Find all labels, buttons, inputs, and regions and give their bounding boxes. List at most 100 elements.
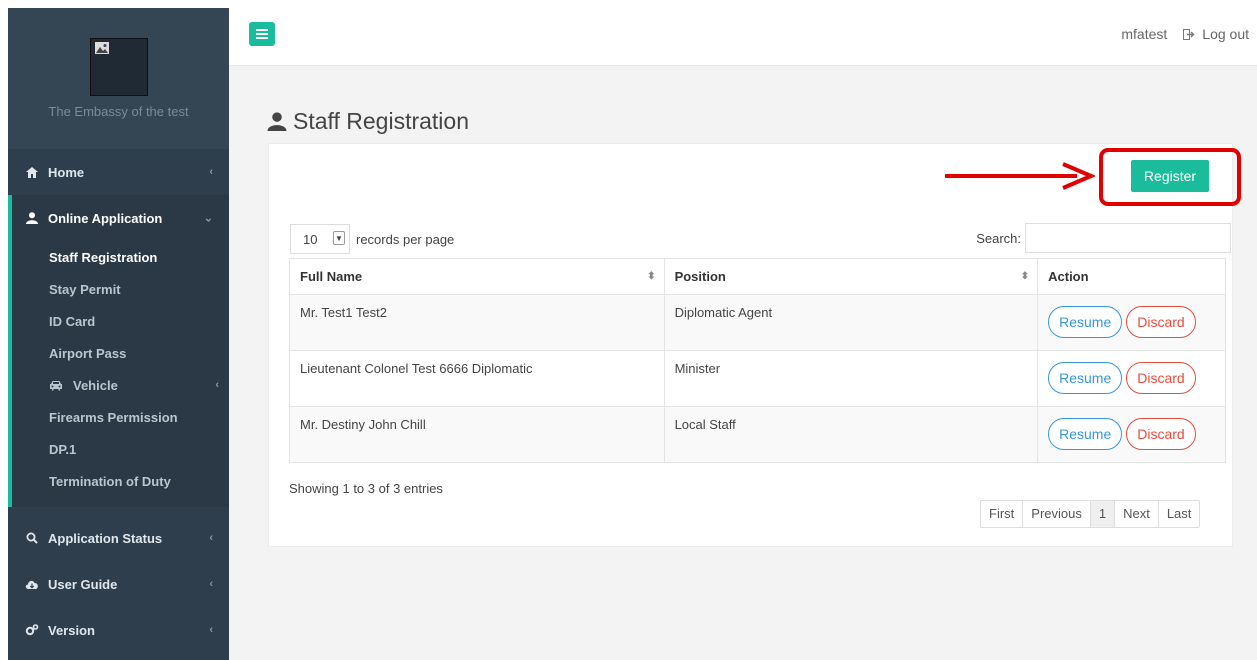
subitem-label: Airport Pass <box>49 345 127 361</box>
brand-name: The Embassy of the test <box>48 104 189 119</box>
logo <box>90 38 148 96</box>
image-placeholder-icon <box>95 42 109 54</box>
logout-label: Log out <box>1202 26 1249 42</box>
search-control: Search: <box>976 223 1231 253</box>
header-label: Full Name <box>300 269 363 284</box>
home-icon <box>24 165 40 179</box>
sidebar: The Embassy of the test Home ‹ Online Ap… <box>8 8 229 660</box>
sidebar-item-label: Version <box>48 622 95 638</box>
header-action: Action <box>1037 258 1226 295</box>
chevron-left-icon: ‹ <box>209 166 213 178</box>
sidebar-item-label: User Guide <box>48 576 118 592</box>
sidebar-item-home[interactable]: Home ‹ <box>8 149 229 195</box>
discard-button[interactable]: Discard <box>1126 306 1196 338</box>
table-header-row: Full Name ⬍ Position ⬍ Action <box>289 258 1226 295</box>
search-input[interactable] <box>1025 223 1231 253</box>
sort-icon: ⬍ <box>647 271 656 282</box>
register-button[interactable]: Register <box>1131 160 1209 192</box>
page-title: Staff Registration <box>267 108 469 135</box>
discard-button[interactable]: Discard <box>1126 362 1196 394</box>
cloud-icon <box>24 577 40 591</box>
cell-action: Resume Discard <box>1037 294 1226 351</box>
sidebar-menu: Home ‹ Online Application ⌄ Staff Regist… <box>8 149 229 653</box>
sidebar-item-online-application[interactable]: Online Application ⌄ <box>8 195 229 241</box>
pagination: First Previous 1 Next Last <box>980 500 1201 528</box>
page-length-select[interactable]: 10 ▼ <box>290 224 350 254</box>
table-info: Showing 1 to 3 of 3 entries <box>289 481 443 496</box>
page-length-value: 10 <box>303 231 318 247</box>
staff-table: Full Name ⬍ Position ⬍ Action Mr. Test1 Te… <box>289 258 1226 463</box>
resume-button[interactable]: Resume <box>1048 418 1123 450</box>
user-icon <box>24 211 40 225</box>
sort-icon: ⬍ <box>1020 271 1030 282</box>
pager-first[interactable]: First <box>981 501 1022 527</box>
sidebar-item-label: Application Status <box>48 530 163 546</box>
sidebar-subitem-firearms-permission[interactable]: Firearms Permission <box>12 401 229 433</box>
cell-full-name: Mr. Test1 Test2 <box>289 294 665 351</box>
user-area: mfatest Log out <box>1121 26 1249 42</box>
search-icon <box>24 531 40 545</box>
cell-full-name: Mr. Destiny John Chill <box>289 406 665 463</box>
menu-toggle-button[interactable] <box>249 22 275 46</box>
car-icon <box>49 380 65 391</box>
chevron-left-icon: ‹ <box>209 578 213 590</box>
sidebar-item-version[interactable]: Version ‹ <box>8 607 229 653</box>
spacer <box>8 507 229 515</box>
cell-action: Resume Discard <box>1037 406 1226 463</box>
pager-next[interactable]: Next <box>1114 501 1158 527</box>
logout-link[interactable]: Log out <box>1183 26 1249 42</box>
subitem-label: DP.1 <box>49 441 77 457</box>
cell-full-name: Lieutenant Colonel Test 6666 Diplomatic <box>289 350 665 407</box>
chevron-left-icon: ‹ <box>209 532 213 544</box>
cell-position: Minister <box>663 350 1039 407</box>
sidebar-subitem-vehicle[interactable]: Vehicle ‹ <box>12 369 229 401</box>
resume-button[interactable]: Resume <box>1048 306 1123 338</box>
sidebar-item-label: Online Application <box>48 210 163 226</box>
sidebar-item-label: Home <box>48 164 85 180</box>
sidebar-subitem-staff-registration[interactable]: Staff Registration <box>12 241 229 273</box>
table-row: Lieutenant Colonel Test 6666 Diplomatic … <box>289 350 1226 407</box>
table-row: Mr. Destiny John Chill Local Staff Resum… <box>289 406 1226 463</box>
sidebar-subitem-dp1[interactable]: DP.1 <box>12 433 229 465</box>
chevron-left-icon: ‹ <box>209 624 213 636</box>
staff-panel: Register 10 ▼ records per page Search: F… <box>268 143 1241 547</box>
main-content: Staff Registration Register 10 ▼ records… <box>229 66 1257 660</box>
header-full-name[interactable]: Full Name ⬍ <box>289 258 665 295</box>
chevron-down-icon: ▼ <box>333 231 345 245</box>
page-length-label: records per page <box>356 231 455 247</box>
pager-last[interactable]: Last <box>1157 501 1200 527</box>
user-icon <box>267 112 287 131</box>
sidebar-subitem-termination-of-duty[interactable]: Termination of Duty <box>12 465 229 497</box>
cogs-icon <box>24 623 40 637</box>
chevron-left-icon: ‹ <box>215 379 219 391</box>
page-title-text: Staff Registration <box>293 108 470 134</box>
sidebar-subitem-stay-permit[interactable]: Stay Permit <box>12 273 229 305</box>
red-arrow-annotation <box>945 162 1095 190</box>
subitem-label: Stay Permit <box>49 281 121 297</box>
sign-out-icon <box>1183 28 1195 40</box>
online-application-submenu: Staff Registration Stay Permit ID Card A… <box>8 241 229 507</box>
discard-button[interactable]: Discard <box>1126 418 1196 450</box>
sidebar-item-application-status[interactable]: Application Status ‹ <box>8 515 229 561</box>
cell-action: Resume Discard <box>1037 350 1226 407</box>
header-position[interactable]: Position ⬍ <box>663 258 1039 295</box>
subitem-label: Staff Registration <box>49 249 158 265</box>
subitem-label: ID Card <box>49 313 96 329</box>
sidebar-subitem-id-card[interactable]: ID Card <box>12 305 229 337</box>
page-length-control: 10 ▼ records per page <box>290 224 454 254</box>
resume-button[interactable]: Resume <box>1048 362 1123 394</box>
header-label: Position <box>674 269 726 284</box>
hamburger-icon <box>256 29 268 39</box>
search-label: Search: <box>976 230 1021 246</box>
header-label: Action <box>1048 269 1089 284</box>
cell-position: Diplomatic Agent <box>663 294 1039 351</box>
subitem-label: Vehicle <box>73 377 118 393</box>
sidebar-subitem-airport-pass[interactable]: Airport Pass <box>12 337 229 369</box>
top-bar: mfatest Log out <box>229 8 1257 66</box>
sidebar-item-user-guide[interactable]: User Guide ‹ <box>8 561 229 607</box>
pager-page-1[interactable]: 1 <box>1089 501 1115 527</box>
cell-position: Local Staff <box>663 406 1039 463</box>
subitem-label: Termination of Duty <box>49 473 171 489</box>
brand: The Embassy of the test <box>8 8 229 149</box>
pager-previous[interactable]: Previous <box>1022 501 1090 527</box>
